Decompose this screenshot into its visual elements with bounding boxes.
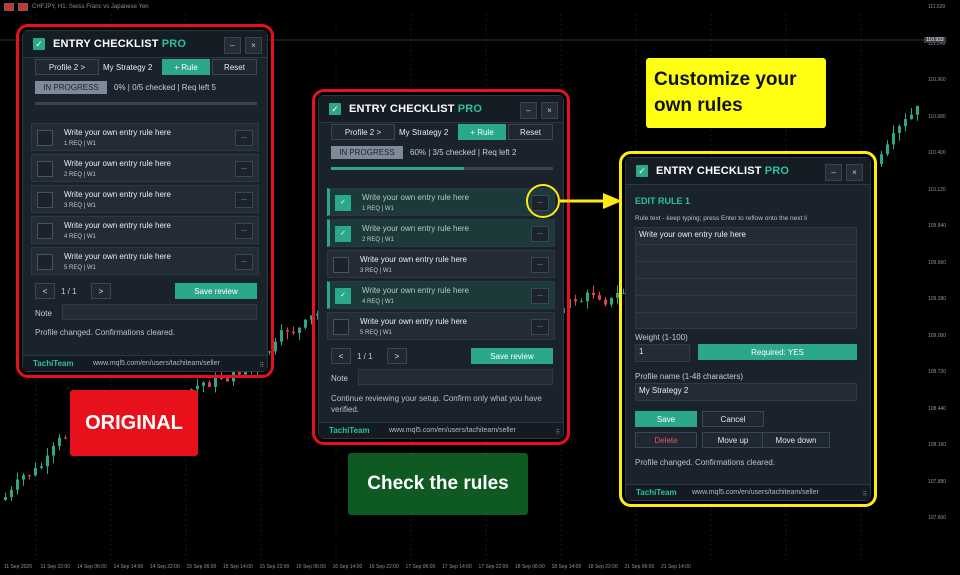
arrow-head-icon [603,193,622,209]
annotation-overlay [526,184,622,218]
highlight-circle [526,184,560,218]
